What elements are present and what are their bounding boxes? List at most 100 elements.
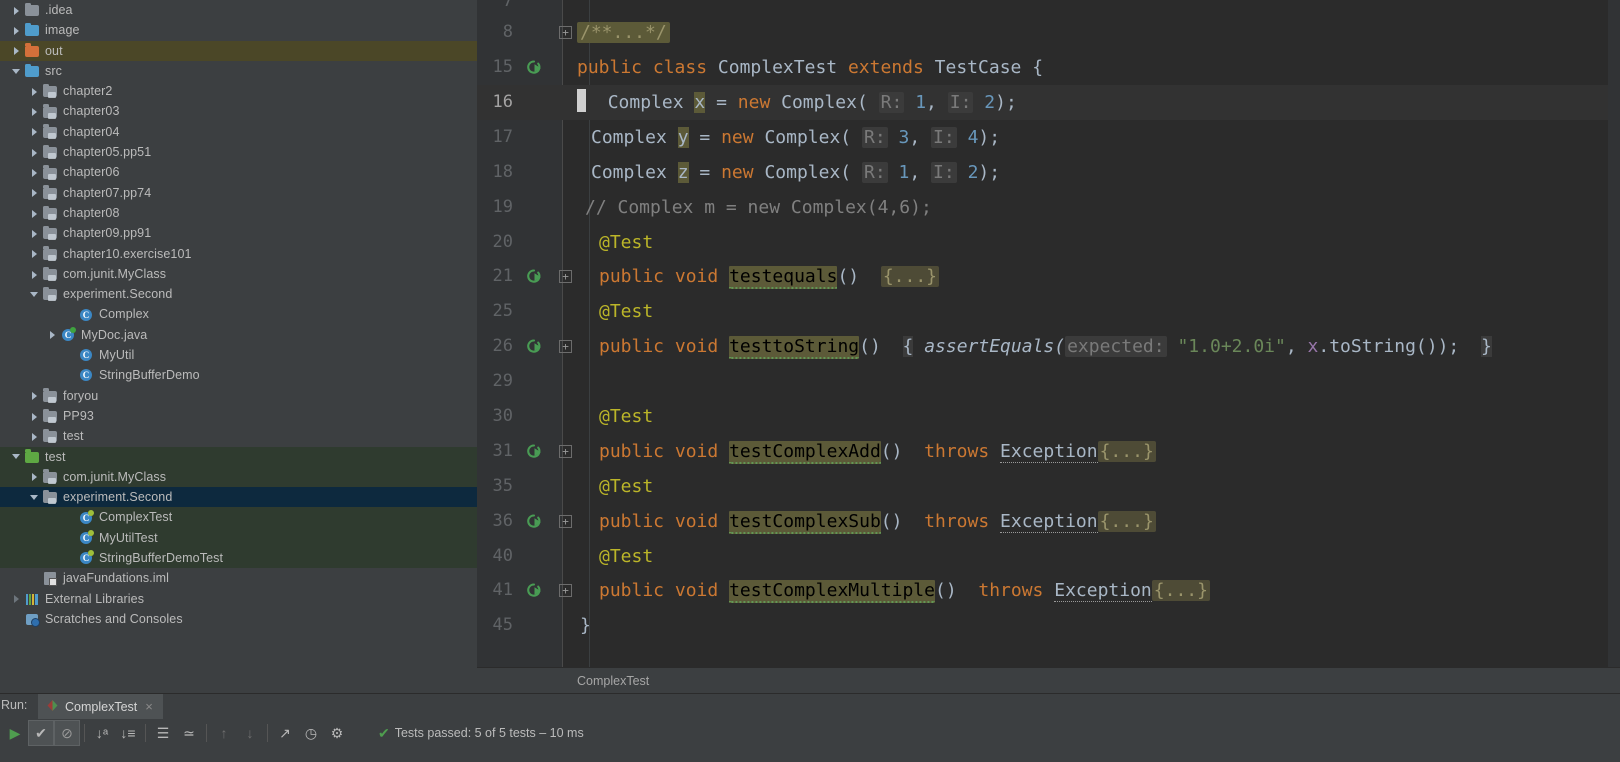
code-line-15[interactable]: 15 public class ComplexTest extends Test… bbox=[477, 50, 1620, 85]
code-line-21[interactable]: 21 + public void testequals() {...} bbox=[477, 259, 1620, 294]
fold-expand-icon[interactable]: + bbox=[559, 340, 572, 353]
chevron-right-icon[interactable] bbox=[46, 328, 59, 341]
chevron-right-icon[interactable] bbox=[28, 207, 41, 220]
code-line-19[interactable]: 19 // Complex m = new Complex(4,6); bbox=[477, 190, 1620, 225]
chevron-right-icon[interactable] bbox=[28, 470, 41, 483]
code-line-17[interactable]: 17 Complex y = new Complex( R: 3, I: 4); bbox=[477, 120, 1620, 155]
method-body-fold[interactable]: {...} bbox=[1097, 511, 1156, 532]
tree-item-chapter06[interactable]: chapter06 bbox=[0, 162, 477, 182]
tree-item-experiment-second[interactable]: experiment.Second bbox=[0, 487, 477, 508]
tree-item-javafundations-iml[interactable]: javaFundations.iml bbox=[0, 568, 477, 588]
tree-item-chapter09-pp91[interactable]: chapter09.pp91 bbox=[0, 223, 477, 243]
tree-item-chapter10-exercise101[interactable]: chapter10.exercise101 bbox=[0, 244, 477, 264]
chevron-right-icon[interactable] bbox=[28, 85, 41, 98]
sort-alphabetically-button[interactable]: ↓ᵃ bbox=[89, 720, 115, 746]
fold-expand-icon[interactable]: + bbox=[559, 445, 572, 458]
code-line-29[interactable]: 29 bbox=[477, 364, 1620, 399]
sort-by-duration-button[interactable]: ↓≡ bbox=[115, 720, 141, 746]
tree-item-test[interactable]: test bbox=[0, 446, 477, 467]
tree-item-src[interactable]: src bbox=[0, 61, 477, 81]
run-tab-complextest[interactable]: ComplexTest × bbox=[38, 694, 163, 719]
code-line-36[interactable]: 36 + public void testComplexSub() throws… bbox=[477, 504, 1620, 539]
javadoc-fold-placeholder[interactable]: /**...*/ bbox=[577, 22, 670, 43]
previous-failed-button[interactable]: ↑ bbox=[211, 720, 237, 746]
chevron-right-icon[interactable] bbox=[28, 410, 41, 423]
show-ignored-toggle[interactable]: ⊘ bbox=[54, 720, 80, 746]
code-line-30[interactable]: 30 @Test bbox=[477, 399, 1620, 434]
chevron-right-icon[interactable] bbox=[28, 227, 41, 240]
breadcrumb[interactable]: ComplexTest bbox=[477, 667, 1620, 693]
code-line-41[interactable]: 41 + public void testComplexMultiple() t… bbox=[477, 573, 1620, 608]
tree-item-chapter08[interactable]: chapter08 bbox=[0, 203, 477, 223]
tree-item-pp93[interactable]: PP93 bbox=[0, 406, 477, 426]
tree-item-out[interactable]: out bbox=[0, 40, 477, 61]
chevron-right-icon[interactable] bbox=[28, 247, 41, 260]
expand-all-button[interactable]: ☰ bbox=[150, 720, 176, 746]
tree-item-com-junit-myclass[interactable]: com.junit.MyClass bbox=[0, 264, 477, 284]
code-line-26[interactable]: 26 + public void testtoString() { assert… bbox=[477, 329, 1620, 364]
project-tree-panel[interactable]: .idea image out src chapter2 chapter03 chapter… bbox=[0, 0, 477, 693]
chevron-right-icon[interactable] bbox=[28, 389, 41, 402]
chevron-down-icon[interactable] bbox=[10, 65, 23, 78]
chevron-right-icon[interactable] bbox=[28, 186, 41, 199]
test-history-button[interactable]: ◷ bbox=[298, 720, 324, 746]
tree-item-external-libraries[interactable]: External Libraries bbox=[0, 589, 477, 609]
fold-expand-icon[interactable]: + bbox=[559, 584, 572, 597]
chevron-right-icon[interactable] bbox=[10, 24, 23, 37]
tree-item-chapter07-pp74[interactable]: chapter07.pp74 bbox=[0, 183, 477, 203]
fold-expand-icon[interactable]: + bbox=[559, 26, 572, 39]
tree-item-complex[interactable]: C Complex bbox=[0, 304, 477, 324]
tree-item-myutiltest[interactable]: C MyUtilTest bbox=[0, 527, 477, 549]
chevron-right-icon[interactable] bbox=[10, 44, 23, 57]
tree-item-test[interactable]: test bbox=[0, 426, 477, 446]
tree-item-foryou[interactable]: foryou bbox=[0, 386, 477, 406]
code-line-20[interactable]: 20 @Test bbox=[477, 225, 1620, 260]
collapse-all-button[interactable]: ≃ bbox=[176, 720, 202, 746]
editor-scrollbar-markers[interactable] bbox=[1608, 0, 1620, 667]
run-tool-window[interactable]: Run: ComplexTest × ▶ ✔ ⊘ ↓ᵃ ↓≡ ☰ ≃ ↑ ↓ ↗ ◷ ⚙ ✔ Test… bbox=[0, 693, 1620, 762]
code-line-8[interactable]: 8 + /**...*/ bbox=[477, 15, 1620, 50]
tree-item--idea[interactable]: .idea bbox=[0, 0, 477, 20]
tree-item-chapter04[interactable]: chapter04 bbox=[0, 122, 477, 142]
show-passed-toggle[interactable]: ✔ bbox=[28, 720, 54, 746]
code-line-25[interactable]: 25 @Test bbox=[477, 294, 1620, 329]
fold-expand-icon[interactable]: + bbox=[559, 515, 572, 528]
chevron-down-icon[interactable] bbox=[28, 491, 41, 504]
code-line-31[interactable]: 31 + public void testComplexAdd() throws… bbox=[477, 434, 1620, 469]
run-test-method-icon[interactable] bbox=[524, 268, 544, 286]
rerun-button[interactable]: ▶ bbox=[2, 720, 28, 746]
chevron-right-icon[interactable] bbox=[28, 430, 41, 443]
tree-item-com-junit-myclass[interactable]: com.junit.MyClass bbox=[0, 466, 477, 488]
chevron-down-icon[interactable] bbox=[10, 450, 23, 463]
tree-item-experiment-second[interactable]: experiment.Second bbox=[0, 284, 477, 304]
tree-item-stringbufferdemo[interactable]: C StringBufferDemo bbox=[0, 365, 477, 385]
chevron-right-icon[interactable] bbox=[28, 105, 41, 118]
code-line-45[interactable]: 45 } bbox=[477, 608, 1620, 643]
close-icon[interactable]: × bbox=[145, 699, 153, 714]
method-body-fold[interactable]: {...} bbox=[880, 266, 940, 287]
next-failed-button[interactable]: ↓ bbox=[237, 720, 263, 746]
chevron-right-icon[interactable] bbox=[28, 166, 41, 179]
method-body-fold[interactable]: {...} bbox=[1097, 441, 1156, 462]
run-test-method-icon[interactable] bbox=[524, 513, 544, 531]
tree-item-chapter2[interactable]: chapter2 bbox=[0, 81, 477, 101]
run-test-method-icon[interactable] bbox=[524, 338, 544, 356]
code-line-16[interactable]: 16 Complex x = new Complex( R: 1, I: 2); bbox=[477, 85, 1620, 120]
run-test-method-icon[interactable] bbox=[524, 443, 544, 461]
tree-item-stringbufferdemotest[interactable]: C StringBufferDemoTest bbox=[0, 548, 477, 569]
code-line-18[interactable]: 18 Complex z = new Complex( R: 1, I: 2); bbox=[477, 155, 1620, 190]
chevron-down-icon[interactable] bbox=[28, 288, 41, 301]
tree-item-chapter05-pp51[interactable]: chapter05.pp51 bbox=[0, 142, 477, 162]
code-editor[interactable]: 7 8 + /**...*/ 15 public class ComplexTe… bbox=[477, 0, 1620, 667]
run-toolbar[interactable]: ▶ ✔ ⊘ ↓ᵃ ↓≡ ☰ ≃ ↑ ↓ ↗ ◷ ⚙ bbox=[0, 719, 1620, 747]
chevron-right-icon[interactable] bbox=[28, 125, 41, 138]
code-line-40[interactable]: 40 @Test bbox=[477, 539, 1620, 574]
run-test-class-icon[interactable] bbox=[524, 59, 544, 77]
chevron-right-icon[interactable] bbox=[10, 4, 23, 17]
export-results-button[interactable]: ↗ bbox=[272, 720, 298, 746]
tree-item-scratches-and-consoles[interactable]: Scratches and Consoles bbox=[0, 609, 477, 629]
breadcrumb-class[interactable]: ComplexTest bbox=[577, 674, 649, 688]
method-body-fold[interactable]: {...} bbox=[1151, 580, 1210, 601]
chevron-right-icon[interactable] bbox=[10, 592, 23, 605]
run-test-method-icon[interactable] bbox=[524, 582, 544, 600]
